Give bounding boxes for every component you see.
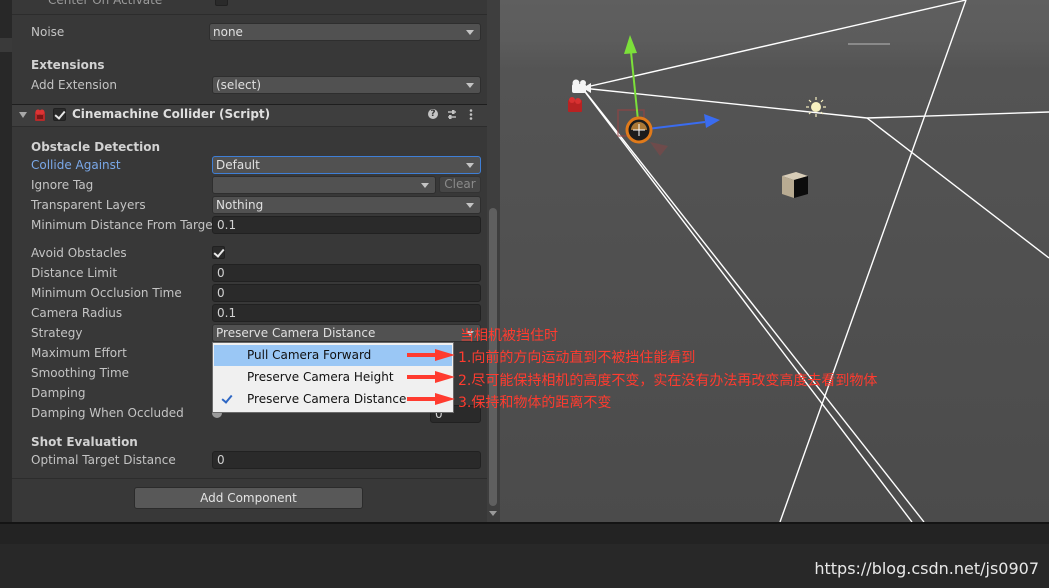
strategy-dropdown[interactable]: Preserve Camera Distance [212,324,481,342]
annotation-note-3: 3.保持和物体的距离不变 [458,395,612,411]
extensions-heading: Extensions [31,58,105,72]
more-options-icon[interactable] [468,108,474,121]
center-on-activate-label: Center On Activate [48,0,163,7]
optimal-target-distance-field[interactable]: 0 [212,451,481,469]
preset-icon[interactable] [446,108,458,121]
transparent-layers-dropdown[interactable]: Nothing [212,196,481,214]
center-on-activate-checkbox[interactable] [215,0,228,6]
transparent-layers-label: Transparent Layers [31,198,146,212]
ignore-tag-dropdown[interactable] [212,176,436,194]
transparent-layers-value: Nothing [216,198,264,212]
add-extension-label: Add Extension [31,78,117,92]
camera-frustum [581,0,1049,522]
noise-label: Noise [31,25,65,39]
chevron-down-icon [466,30,474,35]
distance-limit-label: Distance Limit [31,266,118,280]
check-icon [213,246,225,258]
chevron-down-icon [466,163,474,168]
noise-value: none [213,25,243,39]
max-effort-label: Maximum Effort [31,346,127,360]
annotation-arrows [407,349,455,405]
camera-radius-field[interactable]: 0.1 [212,304,481,322]
collider-script-gizmo-icon [568,97,582,112]
avoid-obstacles-checkbox[interactable] [212,246,225,259]
checkmark-icon [221,392,233,404]
min-distance-field[interactable]: 0.1 [212,216,481,234]
move-gizmo[interactable] [624,35,720,144]
left-panel-strip [0,0,12,522]
foldout-arrow-icon[interactable] [19,112,27,118]
option-label: Preserve Camera Height [247,370,394,384]
strategy-value: Preserve Camera Distance [216,326,376,340]
light-gizmo-icon[interactable] [806,97,826,117]
add-extension-value: (select) [216,78,262,92]
annotation-note-2: 2.尽可能保持相机的高度不变，实在没有办法再改变高度去看到物体 [458,373,878,389]
inspector-scrollbar[interactable] [487,0,500,522]
min-occlusion-time-field[interactable]: 0 [212,284,481,302]
damping-when-occluded-label: Damping When Occluded [31,406,184,420]
scene-view[interactable] [500,0,1049,522]
divider [12,14,487,15]
scene-canvas[interactable] [500,0,1049,522]
component-title: Cinemachine Collider (Script) [72,107,271,121]
avoid-obstacles-label: Avoid Obstacles [31,246,127,260]
collide-against-label: Collide Against [31,158,121,172]
help-icon[interactable]: ? [428,109,438,119]
chevron-down-icon [466,203,474,208]
camera-gizmo-icon[interactable] [572,79,591,94]
damping-label: Damping [31,386,86,400]
strategy-label: Strategy [31,326,83,340]
smoothing-time-label: Smoothing Time [31,366,130,380]
option-label: Preserve Camera Distance [247,392,407,406]
optimal-target-distance-label: Optimal Target Distance [31,453,176,467]
inspector-panel: Center On Activate Noise none Extensions… [12,0,487,522]
collide-against-dropdown[interactable]: Default [212,156,481,174]
clear-tag-button[interactable]: Clear [439,176,481,193]
noise-dropdown[interactable]: none [209,23,481,41]
ignore-tag-label: Ignore Tag [31,178,94,192]
chevron-down-icon [466,83,474,88]
cube-object[interactable] [782,172,808,198]
component-header[interactable]: Cinemachine Collider (Script) ? [12,104,487,127]
check-icon [54,108,66,120]
add-extension-dropdown[interactable]: (select) [212,76,481,94]
camera-radius-label: Camera Radius [31,306,123,320]
script-icon [35,109,45,121]
annotation-title: 当相机被挡住时 [460,328,558,344]
watermark-text: https://blog.csdn.net/js0907 [814,559,1039,578]
min-occlusion-time-label: Minimum Occlusion Time [31,286,182,300]
min-distance-label: Minimum Distance From Target [31,218,218,232]
annotation-note-1: 1.向前的方向运动直到不被挡住能看到 [458,350,696,366]
component-enabled-checkbox[interactable] [53,108,66,121]
collide-against-value: Default [216,158,260,172]
divider [12,478,487,479]
option-label: Pull Camera Forward [247,348,372,362]
shot-evaluation-heading: Shot Evaluation [31,435,138,449]
distance-limit-field[interactable]: 0 [212,264,481,282]
chevron-down-icon [421,183,429,188]
strip-marker [0,38,12,52]
bottom-toolbar [0,522,1049,544]
obstacle-detection-heading: Obstacle Detection [31,140,161,154]
occlusion-shape [650,142,668,156]
add-component-button[interactable]: Add Component [134,487,363,509]
scroll-down-arrow-icon[interactable] [489,511,497,516]
